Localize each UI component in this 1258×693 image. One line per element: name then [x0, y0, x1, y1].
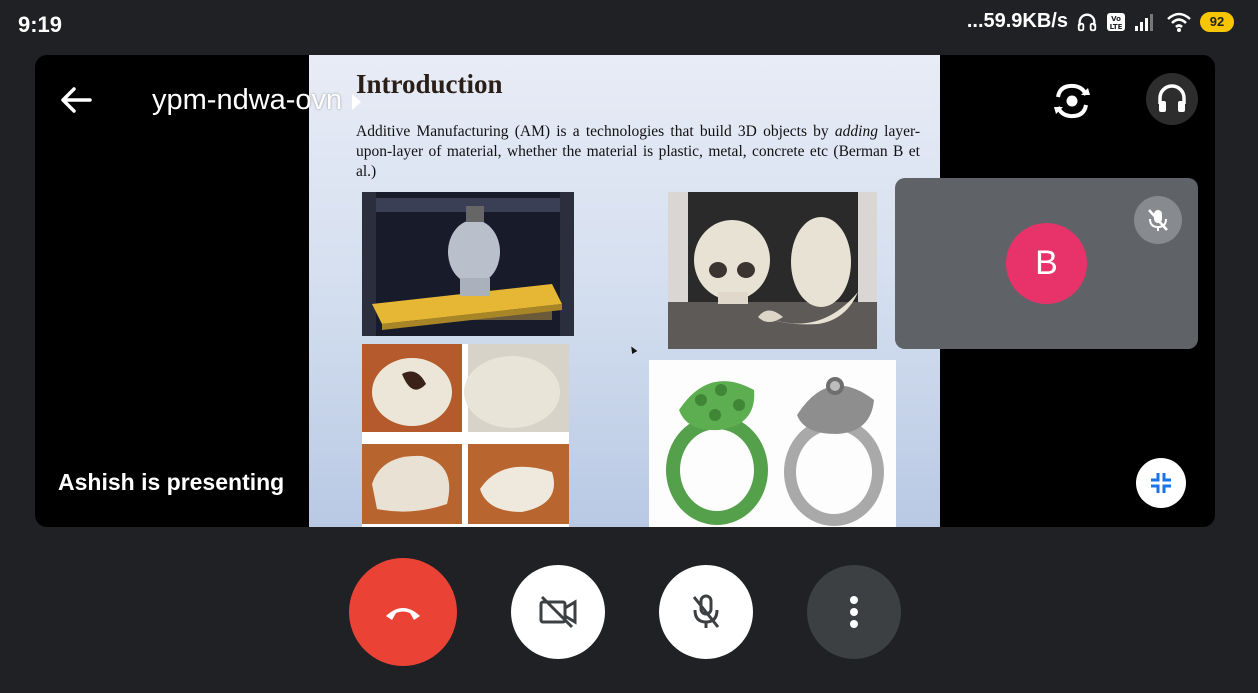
self-mic-muted-indicator — [1134, 196, 1182, 244]
switch-camera-icon — [1054, 83, 1090, 119]
slide-image-cranial-implants — [362, 344, 569, 527]
status-icons: ...59.9KB/s Vo LTE 92 — [967, 10, 1234, 33]
shared-slide: Introduction Additive Manufacturing (AM)… — [309, 55, 940, 527]
minimize-icon — [1151, 473, 1171, 493]
network-speed: ...59.9KB/s — [966, 10, 1068, 32]
meeting-code-text: ypm-ndwa-ovn — [152, 84, 343, 116]
svg-text:Vo: Vo — [1111, 15, 1121, 23]
slide-image-3d-printer — [362, 192, 574, 336]
switch-camera-button[interactable] — [1048, 77, 1096, 125]
signal-icon — [1135, 13, 1153, 31]
status-time: 9:19 — [18, 12, 63, 37]
more-vertical-icon — [850, 596, 858, 628]
caret-right-icon — [352, 93, 362, 110]
call-controls — [0, 555, 1258, 666]
back-arrow-icon — [61, 87, 92, 113]
avatar: B — [1006, 223, 1087, 304]
slide-title: Introduction — [356, 69, 503, 99]
headset-status-icon — [1077, 13, 1097, 31]
slide-text-italic: adding — [834, 123, 878, 140]
headphones-icon — [1158, 84, 1186, 112]
mic-off-icon — [1148, 209, 1168, 231]
slide-image-skull-models — [668, 192, 877, 349]
svg-text:LTE: LTE — [1110, 23, 1123, 31]
audio-output-button[interactable] — [1146, 73, 1198, 125]
end-call-button[interactable] — [349, 558, 457, 666]
hang-up-icon — [386, 608, 420, 620]
slide-text-part: Additive Manufacturing (AM) is a technol… — [356, 123, 835, 140]
status-bar: 9:19 ...59.9KB/s Vo LTE 92 — [0, 0, 1258, 50]
mic-off-icon — [692, 594, 720, 628]
meeting-code[interactable]: ypm-ndwa-ovn — [152, 84, 362, 117]
mic-toggle-button[interactable] — [659, 565, 753, 659]
presenting-label: Ashish is presenting — [58, 469, 285, 495]
volte-icon: VoLTE — [1107, 12, 1125, 31]
minimize-button[interactable] — [1136, 458, 1186, 508]
wifi-icon — [1167, 12, 1191, 32]
battery-icon: 92 — [1200, 11, 1234, 32]
camera-off-icon — [539, 595, 577, 629]
self-video-tile[interactable]: B — [895, 178, 1198, 349]
more-options-button[interactable] — [807, 565, 901, 659]
slide-image-rings — [649, 360, 896, 527]
camera-toggle-button[interactable] — [511, 565, 605, 659]
slide-body: Additive Manufacturing (AM) is a technol… — [356, 122, 920, 182]
back-button[interactable] — [56, 80, 96, 120]
